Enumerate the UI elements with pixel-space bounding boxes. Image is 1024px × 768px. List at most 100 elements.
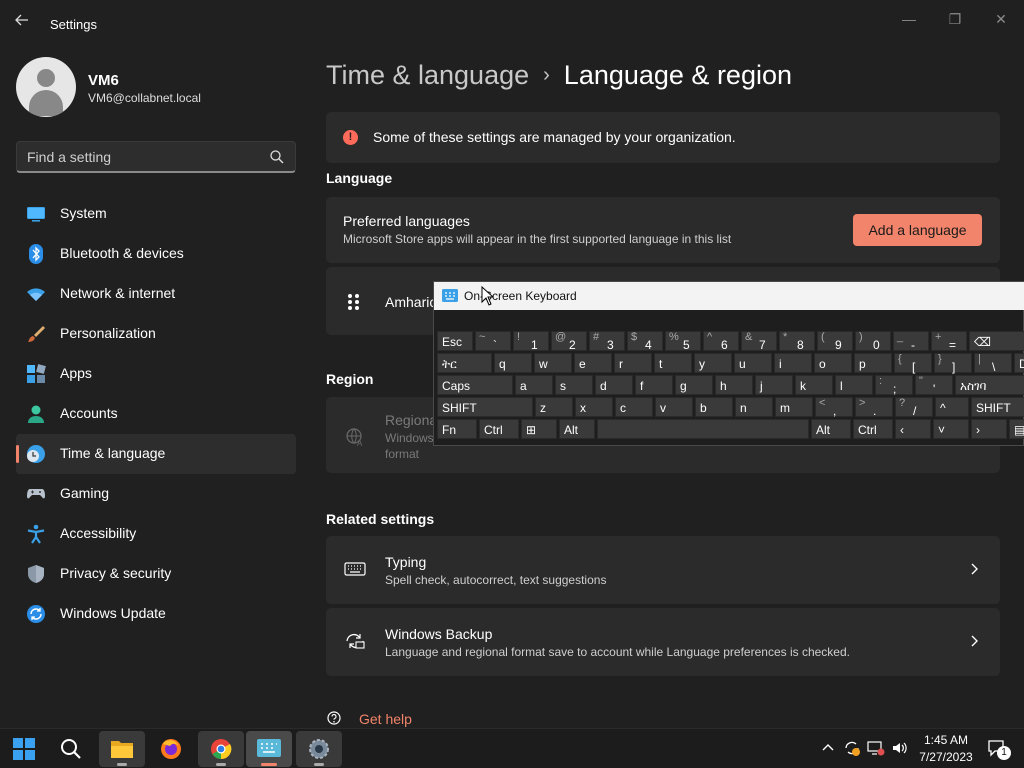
osk-key[interactable]: | \: [974, 353, 1012, 374]
osk-key[interactable]: $4: [627, 331, 663, 352]
add-language-button[interactable]: Add a language: [853, 214, 982, 246]
chevron-up-icon[interactable]: [819, 739, 837, 757]
osk-key[interactable]: m: [775, 397, 813, 417]
osk-key[interactable]: SHIFT: [437, 397, 533, 417]
osk-key[interactable]: c: [615, 397, 653, 417]
osk-key[interactable]: " ': [915, 375, 953, 396]
osk-key[interactable]: k: [795, 375, 833, 395]
sidebar-item-gaming[interactable]: Gaming: [16, 474, 296, 514]
search-icon[interactable]: [269, 149, 285, 165]
osk-key[interactable]: Ctrl: [853, 419, 893, 439]
osk-key[interactable]: _ -: [893, 331, 929, 352]
sidebar-item-bluetooth[interactable]: Bluetooth & devices: [16, 234, 296, 274]
sidebar-item-accessibility[interactable]: Accessibility: [16, 514, 296, 554]
osk-key[interactable]: b: [695, 397, 733, 417]
osk-key[interactable]: u: [734, 353, 772, 373]
osk-key[interactable]: Del: [1014, 353, 1024, 373]
osk-key[interactable]: ^: [935, 397, 969, 417]
search-box[interactable]: Find a setting: [16, 141, 296, 173]
avatar[interactable]: [16, 57, 76, 117]
osk-key[interactable]: #3: [589, 331, 625, 352]
taskbar-clock[interactable]: 1:45 AM 7/27/2023: [914, 732, 978, 766]
osk-options-icon[interactable]: ▤: [1009, 419, 1024, 439]
osk-key[interactable]: q: [494, 353, 532, 373]
osk-key[interactable]: % 5: [665, 331, 701, 352]
start-button[interactable]: [1, 731, 47, 767]
on-screen-keyboard-window[interactable]: On-Screen Keyboard Esc ~ `! 1 @2 #3 $4% 5 ^ 6 & 7 * 8…: [433, 281, 1024, 446]
osk-key[interactable]: Fn: [437, 419, 477, 439]
osk-key[interactable]: p: [854, 353, 892, 373]
osk-key[interactable]: l: [835, 375, 873, 395]
osk-key[interactable]: ) 0: [855, 331, 891, 352]
osk-key[interactable]: * 8: [779, 331, 815, 352]
osk-key[interactable]: Alt: [559, 419, 595, 439]
sidebar-item-system[interactable]: System: [16, 194, 296, 234]
osk-key[interactable]: Alt: [811, 419, 851, 439]
network-icon[interactable]: [867, 739, 885, 757]
drag-handle-icon[interactable]: [348, 294, 360, 310]
taskbar-settings[interactable]: [296, 731, 342, 767]
back-button[interactable]: [14, 12, 34, 36]
sidebar-item-privacy[interactable]: Privacy & security: [16, 554, 296, 594]
related-typing-card[interactable]: Typing Spell check, autocorrect, text su…: [326, 536, 1000, 604]
volume-icon[interactable]: [891, 739, 909, 757]
taskbar-search-button[interactable]: [48, 731, 94, 767]
osk-key[interactable]: አስገባ: [955, 375, 1024, 395]
osk-key[interactable]: <,: [815, 397, 853, 418]
maximize-button[interactable]: ❐: [932, 6, 978, 32]
osk-key[interactable]: h: [715, 375, 753, 395]
windows-key-icon[interactable]: ⊞: [521, 419, 557, 439]
osk-key[interactable]: ‹: [895, 419, 931, 439]
osk-key[interactable]: ˅: [933, 419, 969, 439]
osk-key[interactable]: Ctrl: [479, 419, 519, 439]
minimize-button[interactable]: —: [886, 6, 932, 32]
osk-key[interactable]: d: [595, 375, 633, 395]
osk-key[interactable]: w: [534, 353, 572, 373]
osk-key[interactable]: Caps: [437, 375, 513, 395]
osk-key[interactable]: v: [655, 397, 693, 417]
osk-key[interactable]: (9: [817, 331, 853, 352]
taskbar-firefox[interactable]: [148, 731, 194, 767]
osk-key[interactable]: i: [774, 353, 812, 373]
osk-key[interactable]: SHIFT: [971, 397, 1024, 417]
close-button[interactable]: ✕: [978, 6, 1024, 32]
osk-key[interactable]: {[: [894, 353, 932, 374]
osk-key[interactable]: n: [735, 397, 773, 417]
notification-center-button[interactable]: 1: [987, 739, 1011, 760]
taskbar-file-explorer[interactable]: [99, 731, 145, 767]
taskbar-on-screen-keyboard[interactable]: [246, 731, 292, 767]
osk-key[interactable]: s: [555, 375, 593, 395]
osk-key[interactable]: ›: [971, 419, 1007, 439]
breadcrumb-parent[interactable]: Time & language: [326, 60, 529, 90]
osk-key[interactable]: a: [515, 375, 553, 395]
osk-key[interactable]: }]: [934, 353, 972, 374]
osk-key[interactable]: z: [535, 397, 573, 417]
sidebar-item-windows-update[interactable]: Windows Update: [16, 594, 296, 634]
osk-key[interactable]: g: [675, 375, 713, 395]
search-input[interactable]: Find a setting: [27, 149, 111, 165]
osk-title-bar[interactable]: On-Screen Keyboard: [434, 282, 1024, 310]
osk-key[interactable]: y: [694, 353, 732, 373]
osk-key[interactable]: & 7: [741, 331, 777, 352]
osk-key[interactable]: + =: [931, 331, 967, 352]
osk-key[interactable]: r: [614, 353, 652, 373]
osk-key[interactable]: [597, 419, 809, 439]
osk-key[interactable]: :;: [875, 375, 913, 396]
osk-key[interactable]: e: [574, 353, 612, 373]
related-backup-card[interactable]: Windows Backup Language and regional for…: [326, 608, 1000, 676]
osk-key[interactable]: ትር: [437, 353, 492, 373]
osk-key[interactable]: ⌫: [969, 331, 1024, 351]
osk-key[interactable]: ? /: [895, 397, 933, 418]
sidebar-item-personalization[interactable]: Personalization: [16, 314, 296, 354]
osk-key[interactable]: Esc: [437, 331, 473, 351]
osk-key[interactable]: @2: [551, 331, 587, 352]
sync-warning-icon[interactable]: [843, 739, 861, 757]
sidebar-item-apps[interactable]: Apps: [16, 354, 296, 394]
osk-key[interactable]: f: [635, 375, 673, 395]
taskbar-chrome[interactable]: [198, 731, 244, 767]
osk-key[interactable]: ~ `: [475, 331, 511, 352]
sidebar-item-network[interactable]: Network & internet: [16, 274, 296, 314]
osk-key[interactable]: >.: [855, 397, 893, 418]
osk-key[interactable]: j: [755, 375, 793, 395]
osk-key[interactable]: ^ 6: [703, 331, 739, 352]
